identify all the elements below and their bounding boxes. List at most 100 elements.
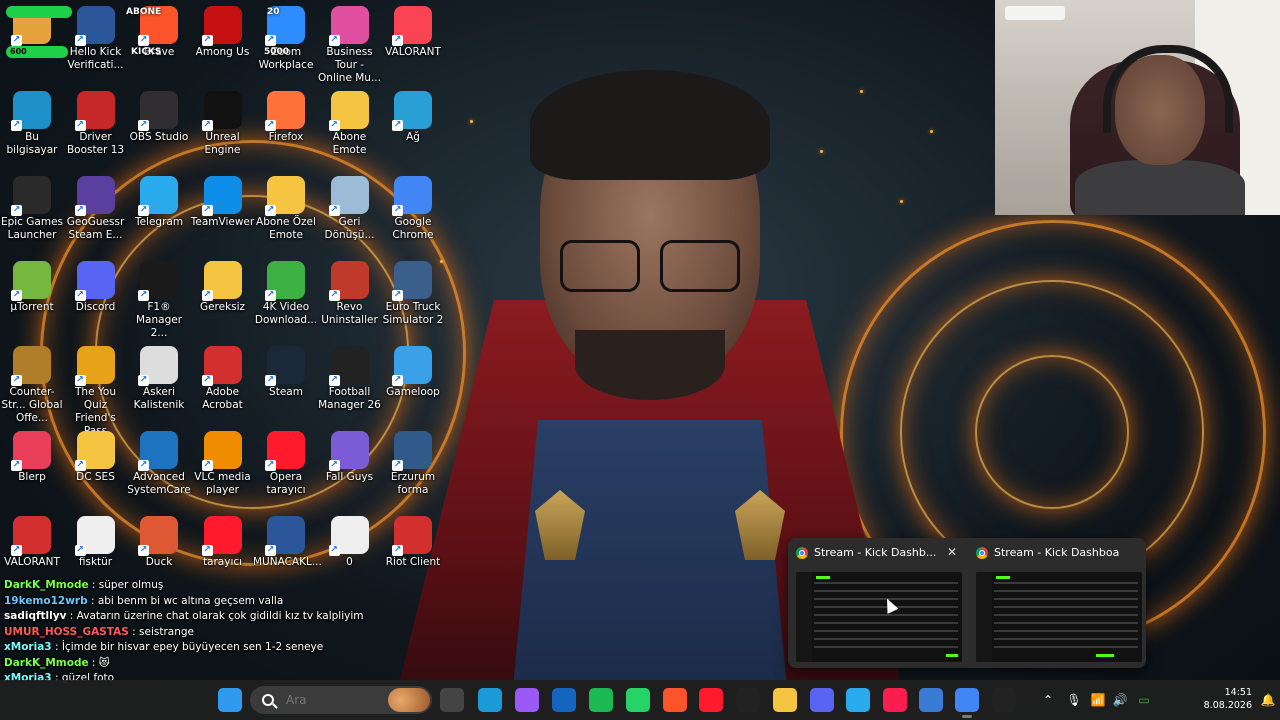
brave-icon[interactable] <box>663 688 687 712</box>
desktop-icon[interactable]: ↗ Advanced SystemCare <box>126 431 192 497</box>
notification-bell-icon[interactable]: 🔔 <box>1260 692 1276 708</box>
chat-text: : süper olmuş <box>88 579 164 591</box>
discord-icon: ↗ <box>74 261 115 301</box>
wifi-icon[interactable]: 📶 <box>1090 692 1106 708</box>
shortcut-arrow-icon: ↗ <box>11 545 22 556</box>
desktop-icon[interactable]: ↗ Abone Özel Emote <box>253 176 319 242</box>
app-icon[interactable] <box>552 688 576 712</box>
app-icon[interactable] <box>919 688 943 712</box>
copilot-icon[interactable] <box>515 688 539 712</box>
chevron-up-icon[interactable]: ⌃ <box>1040 692 1056 708</box>
shortcut-arrow-icon: ↗ <box>201 290 213 301</box>
desktop-icon[interactable]: ↗ Duck <box>126 516 192 569</box>
desktop-icon[interactable]: ↗ MUNACAKL... <box>253 516 322 569</box>
desktop-icon[interactable]: ↗ Opera tarayıcı <box>253 431 319 497</box>
desktop-icon[interactable]: ↗ Ağ <box>380 91 446 144</box>
desktop-icon[interactable]: ↗ Adobe Acrobat <box>190 346 256 412</box>
game-icon[interactable] <box>736 688 760 712</box>
advanced-systemcare-icon: ↗ <box>138 431 178 471</box>
clock[interactable]: 14:51 8.08.2026 <box>1204 686 1252 712</box>
desktop-icon[interactable]: ↗ Steam <box>253 346 319 399</box>
task-view-icon[interactable] <box>440 688 464 712</box>
desktop-icon[interactable]: ↗ Discord <box>63 261 129 314</box>
desktop-icon[interactable]: ↗ Geri Dönüşü... <box>317 176 383 242</box>
desktop-icon[interactable]: ↗ Epic Games Launcher <box>0 176 65 242</box>
desktop-icon[interactable]: ↗ Business Tour - Online Mu... <box>317 6 383 85</box>
desktop-icon[interactable]: ↗ Bu bilgisayar <box>0 91 65 157</box>
desktop-icon[interactable]: ↗ 0 <box>317 516 383 569</box>
desktop-icon[interactable]: ↗ Football Manager 26 <box>317 346 383 412</box>
desktop-icon[interactable]: ↗ Zoom Workplace <box>253 6 319 72</box>
desktop-icon[interactable]: ↗ TeamViewer <box>190 176 256 229</box>
desktop-icon[interactable]: ↗ Riot Client <box>380 516 446 569</box>
epic-games-icon: ↗ <box>11 176 51 216</box>
thumbnail-chrome-1[interactable]: Stream - Kick Dashb... ✕ <box>788 538 966 668</box>
desktop-icon[interactable]: ↗ Google Chrome <box>380 176 446 242</box>
system-tray: ⌃ 🎙 📶 🔊 ▭ 14:51 8.08.2026 🔔 <box>1040 680 1280 720</box>
desktop-icon[interactable]: ↗ tarayıcı <box>190 516 256 569</box>
close-icon[interactable]: ✕ <box>944 544 960 560</box>
desktop-icon[interactable]: ↗ Counter-Str... Global Offe... <box>0 346 65 425</box>
desktop-icon[interactable]: ↗ VLC media player <box>190 431 256 497</box>
desktop-icon[interactable]: ↗ fisktür <box>63 516 129 569</box>
desktop-icon[interactable]: ↗ F1® Manager 2... <box>126 261 192 340</box>
opera-icon[interactable] <box>699 688 723 712</box>
app-icon[interactable] <box>992 688 1016 712</box>
telegram-icon[interactable] <box>846 688 870 712</box>
battery-icon[interactable]: ▭ <box>1136 692 1152 708</box>
desktop-icon[interactable]: ↗ µTorrent <box>0 261 65 314</box>
recycle-bin-icon: ↗ <box>328 176 369 216</box>
desktop-icon[interactable]: ↗ Driver Booster 13 <box>63 91 129 157</box>
shortcut-arrow-icon: ↗ <box>11 35 22 46</box>
desktop-icon[interactable]: ↗ Hello Kick Verificati... <box>63 6 129 72</box>
desktop-icon[interactable]: ↗ Gereksiz <box>190 261 256 314</box>
magic-circle-right-core <box>975 355 1129 509</box>
search-input[interactable] <box>284 692 368 708</box>
chrome-icon[interactable] <box>955 688 979 712</box>
desktop-icon[interactable]: ↗ GeoGuessr Steam E... <box>63 176 129 242</box>
desktop-icon[interactable]: ↗ Gameloop <box>380 346 446 399</box>
desktop-icon[interactable]: ↗The You Quiz Friend's Pass <box>63 346 129 438</box>
desktop-icon[interactable]: ↗ OBS Studio <box>126 91 192 144</box>
kicks-count: 5000 <box>264 47 290 57</box>
microphone-icon[interactable]: 🎙 <box>1066 692 1082 708</box>
windows-icon[interactable] <box>218 688 242 712</box>
desktop-icon-label: Among Us <box>195 46 250 58</box>
volume-icon[interactable]: 🔊 <box>1112 692 1128 708</box>
taskbar-search[interactable] <box>250 686 432 714</box>
desktop-icon[interactable]: ↗ Blerp <box>0 431 65 484</box>
shortcut-arrow-icon: ↗ <box>201 205 213 216</box>
desktop-icon[interactable]: ↗ DC SES <box>63 431 129 484</box>
desktop-icon[interactable]: ↗ VALORANT <box>0 516 65 569</box>
opera-gx-icon[interactable] <box>883 688 907 712</box>
desktop-icon[interactable]: ↗ Revo Uninstaller <box>317 261 383 327</box>
desktop-icon[interactable]: ↗ Euro Truck Simulator 2 <box>380 261 446 327</box>
desktop-icon-label: Gameloop <box>386 386 440 398</box>
thumbnail-preview <box>976 572 1142 662</box>
shortcut-arrow-icon: ↗ <box>138 205 149 216</box>
desktop-icon-label: Google Chrome <box>392 216 434 241</box>
desktop-icon[interactable]: ↗ Fall Guys <box>317 431 383 484</box>
thumbnail-chrome-2[interactable]: Stream - Kick Dashboard -... <box>968 538 1146 668</box>
desktop-icon-label: Duck <box>145 556 173 568</box>
desktop-icon[interactable]: ↗ Erzurum forma <box>380 431 446 497</box>
desktop-icon[interactable]: ↗ Telegram <box>126 176 192 229</box>
desktop-icon[interactable]: ↗ VALORANT <box>380 6 446 59</box>
desktop-icon[interactable]: ↗ Askeri Kalistenik <box>126 346 192 412</box>
revo-icon: ↗ <box>328 261 369 301</box>
shortcut-arrow-icon: ↗ <box>265 35 276 46</box>
whatsapp-icon[interactable] <box>626 688 650 712</box>
desktop-icon[interactable]: ↗ Among Us <box>190 6 256 59</box>
desktop-icon[interactable]: ↗ 4K Video Download... <box>253 261 319 327</box>
folder-icon[interactable] <box>773 688 797 712</box>
shortcut-arrow-icon: ↗ <box>201 35 213 46</box>
edge-icon[interactable] <box>478 688 502 712</box>
discord-icon[interactable] <box>810 688 834 712</box>
spotify-icon[interactable] <box>589 688 613 712</box>
webcam-air-conditioner <box>1005 6 1065 20</box>
desktop-icon[interactable]: ↗ Firefox <box>253 91 319 144</box>
desktop-icon[interactable]: ↗ Unreal Engine <box>190 91 256 157</box>
desktop-icon-label: Discord <box>75 301 116 313</box>
taskbar-preview-popup: Stream - Kick Dashb... ✕ Stream - Kick D… <box>788 538 1146 668</box>
desktop-icon[interactable]: ↗ Abone Emote <box>317 91 383 157</box>
